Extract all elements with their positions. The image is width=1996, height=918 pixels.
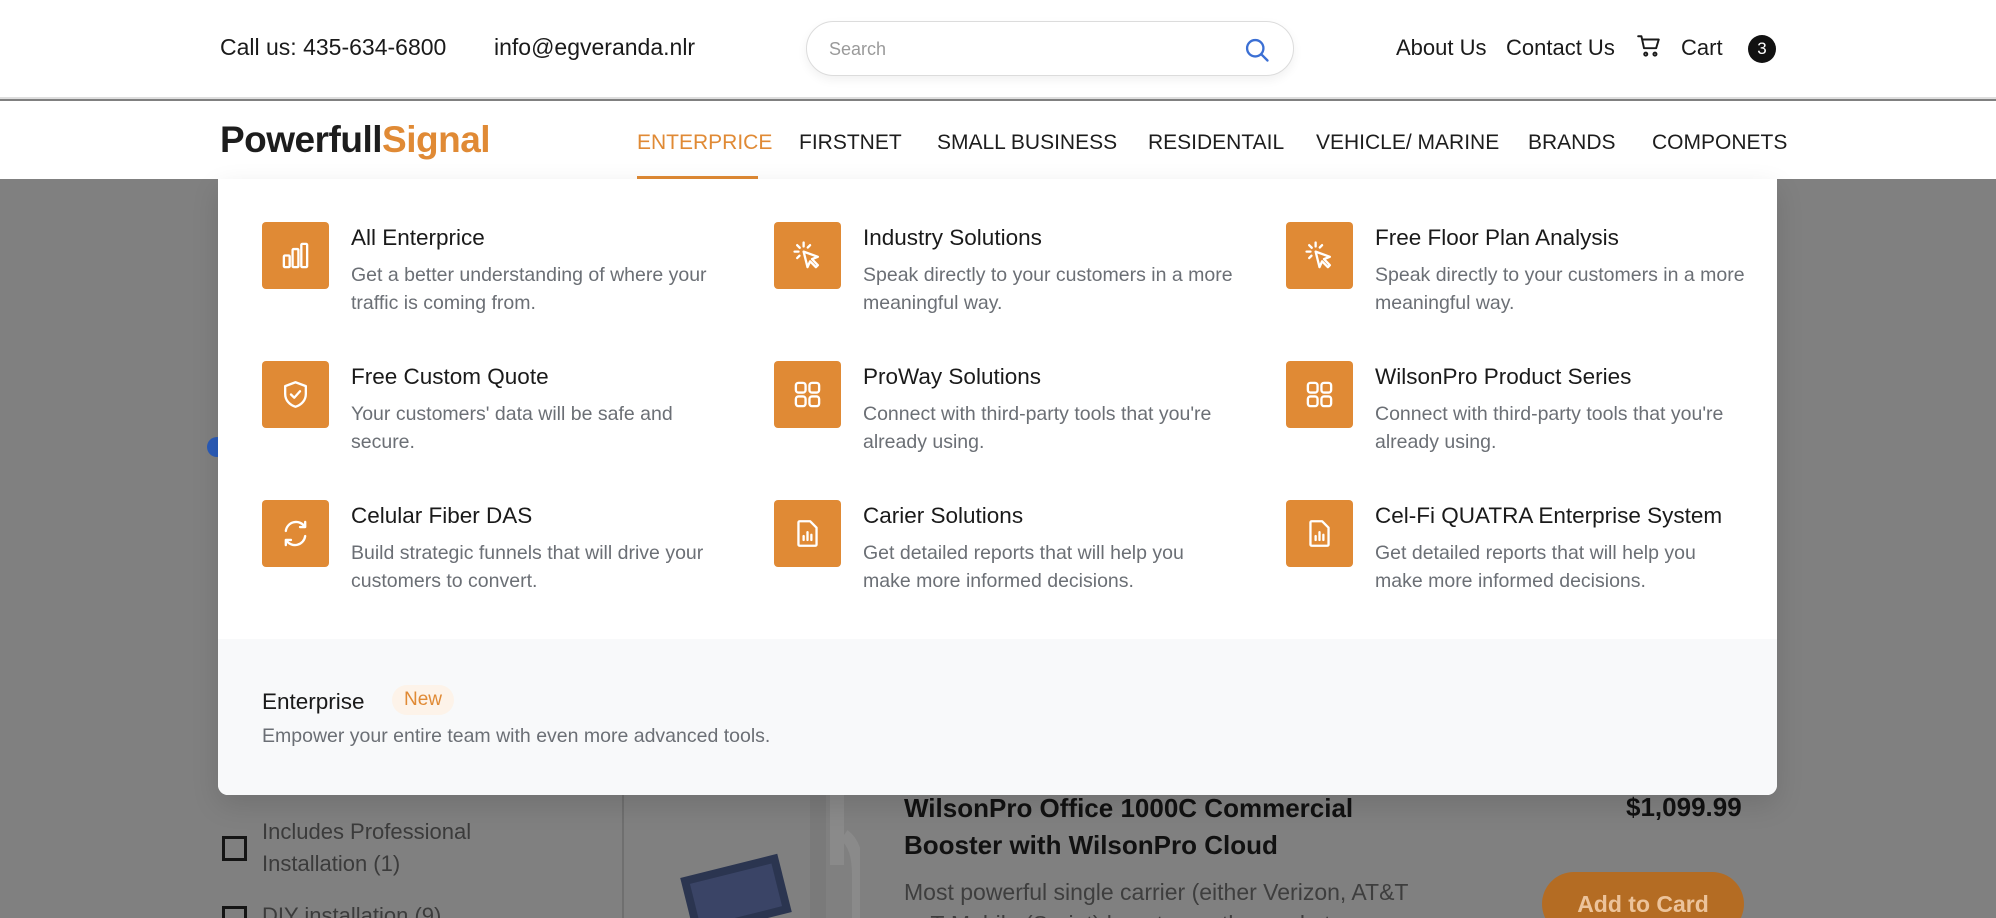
menu-item-title: Free Floor Plan Analysis	[1375, 225, 1619, 250]
footer-description: Empower your entire team with even more …	[262, 725, 771, 747]
menu-item-desc: Get a better understanding of where your…	[351, 264, 707, 314]
menu-item-carier-solutions[interactable]: Carier Solutions Get detailed reports th…	[774, 500, 1244, 620]
filter-label-professional: Includes Professional Installation (1)	[262, 819, 472, 876]
menu-item-title: Free Custom Quote	[351, 364, 549, 389]
top-bar: Call us: 435-634-6800 info@egveranda.nlr…	[0, 0, 1996, 99]
menu-item-desc: Get detailed reports that will help you …	[863, 542, 1184, 592]
nav-item-firstnet[interactable]: FIRSTNET	[799, 131, 902, 155]
menu-item-title: Carier Solutions	[863, 503, 1024, 528]
product-title[interactable]: WilsonPro Office 1000C Commercial Booste…	[904, 790, 1424, 864]
chart-bar-icon	[262, 222, 329, 289]
site-logo[interactable]: PowerfullSignal	[220, 119, 491, 161]
menu-item-industry-solutions[interactable]: Industry Solutions Speak directly to you…	[774, 222, 1244, 342]
menu-item-desc: Build strategic funnels that will drive …	[351, 542, 704, 592]
menu-item-desc: Connect with third-party tools that you'…	[863, 403, 1212, 453]
email-address[interactable]: info@egveranda.nlr	[494, 34, 695, 61]
grid-icon	[774, 361, 841, 428]
menu-item-desc: Get detailed reports that will help you …	[1375, 542, 1696, 592]
menu-item-all-enterprice[interactable]: All Enterprice Get a better understandin…	[262, 222, 732, 342]
filter-checkbox[interactable]	[222, 906, 247, 918]
refresh-icon	[262, 500, 329, 567]
menu-item-wilsonpro-product-series[interactable]: WilsonPro Product Series Connect with th…	[1286, 361, 1756, 481]
nav-item-brands[interactable]: BRANDS	[1528, 131, 1616, 155]
logo-accent-text: Signal	[382, 119, 491, 160]
new-badge: New	[392, 685, 455, 715]
filter-label-diy: DIY installation (9)	[262, 903, 442, 918]
cart-count-badge: 3	[1748, 35, 1776, 63]
product-price: $1,099.99	[1626, 792, 1742, 822]
menu-item-title: Cel-Fi QUATRA Enterprise System	[1375, 503, 1723, 528]
cart-icon[interactable]	[1636, 33, 1662, 59]
menu-item-desc: Connect with third-party tools that you'…	[1375, 403, 1724, 453]
menu-item-title: ProWay Solutions	[863, 364, 1041, 389]
document-chart-icon	[774, 500, 841, 567]
product-image[interactable]	[650, 795, 860, 918]
menu-item-desc: Speak directly to your customers in a mo…	[863, 264, 1233, 314]
menu-item-proway-solutions[interactable]: ProWay Solutions Connect with third-part…	[774, 361, 1244, 481]
search-icon[interactable]	[1243, 36, 1271, 64]
cart-link[interactable]: Cart	[1681, 35, 1723, 61]
nav-item-vehicle-marine[interactable]: VEHICLE/ MARINE	[1316, 131, 1499, 155]
shield-check-icon	[262, 361, 329, 428]
filter-checkbox[interactable]	[222, 836, 247, 861]
menu-item-cel-fi-quatra[interactable]: Cel-Fi QUATRA Enterprise System Get deta…	[1286, 500, 1756, 620]
menu-item-desc: Speak directly to your customers in a mo…	[1375, 264, 1745, 314]
column-divider	[622, 795, 624, 918]
nav-item-residentail[interactable]: RESIDENTAIL	[1148, 131, 1284, 155]
product-description: Most powerful single carrier (either Ver…	[904, 879, 1409, 918]
nav-item-small-business[interactable]: SMALL BUSINESS	[937, 131, 1117, 155]
menu-item-title: All Enterprice	[351, 225, 485, 250]
nav-item-componets[interactable]: COMPONETS	[1652, 131, 1787, 155]
menu-item-title: WilsonPro Product Series	[1375, 364, 1632, 389]
main-nav: PowerfullSignal ENTERPRICE FIRSTNET SMAL…	[0, 101, 1996, 179]
about-us-link[interactable]: About Us	[1396, 35, 1487, 61]
phone-number[interactable]: Call us: 435-634-6800	[220, 34, 446, 61]
nav-item-enterprice[interactable]: ENTERPRICE	[637, 131, 772, 155]
footer-title: Enterprise	[262, 689, 365, 714]
menu-item-celular-fiber-das[interactable]: Celular Fiber DAS Build strategic funnel…	[262, 500, 732, 620]
menu-item-desc: Your customers' data will be safe and se…	[351, 403, 673, 453]
grid-icon	[1286, 361, 1353, 428]
enterprise-mega-menu: All Enterprice Get a better understandin…	[218, 179, 1777, 795]
document-chart-icon	[1286, 500, 1353, 567]
menu-item-free-custom-quote[interactable]: Free Custom Quote Your customers' data w…	[262, 361, 732, 481]
menu-item-title: Industry Solutions	[863, 225, 1042, 250]
search-box	[806, 21, 1294, 76]
add-to-cart-button[interactable]: Add to Card	[1542, 872, 1744, 918]
logo-text: Powerfull	[220, 119, 383, 160]
menu-item-free-floor-plan-analysis[interactable]: Free Floor Plan Analysis Speak directly …	[1286, 222, 1756, 342]
contact-us-link[interactable]: Contact Us	[1506, 35, 1615, 61]
mega-menu-footer[interactable]: Enterprise New Empower your entire team …	[218, 639, 1777, 795]
cursor-click-icon	[774, 222, 841, 289]
menu-item-title: Celular Fiber DAS	[351, 503, 533, 528]
cursor-click-icon	[1286, 222, 1353, 289]
search-input[interactable]	[829, 34, 1229, 64]
